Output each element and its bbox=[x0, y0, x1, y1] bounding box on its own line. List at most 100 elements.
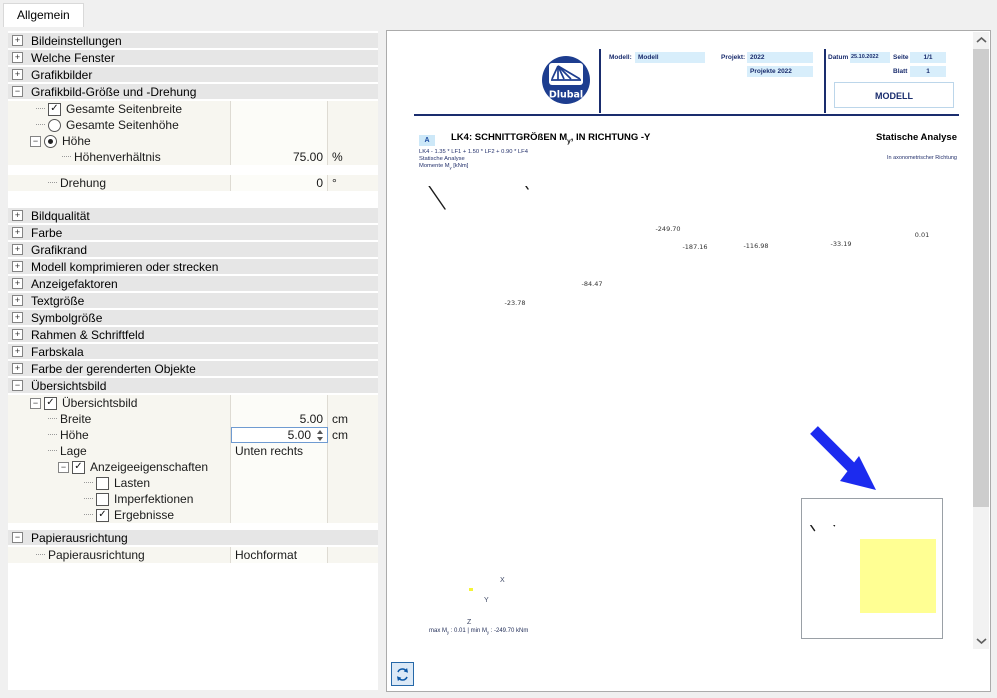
tab-allgemein[interactable]: Allgemein bbox=[3, 3, 84, 27]
annotation-arrow-icon bbox=[810, 426, 876, 490]
tree-group-grafikbild-groesse[interactable]: − Grafikbild-Größe und -Drehung bbox=[8, 84, 378, 99]
settings-tree: + Bildeinstellungen + Welche Fenster + G… bbox=[8, 31, 378, 690]
tree-connector bbox=[48, 418, 57, 420]
unit-cell bbox=[328, 117, 378, 133]
print-preview-panel: Dlubal Modell: Modell Projekt: 2022 Proj… bbox=[386, 30, 991, 692]
tree-row-papierausrichtung[interactable]: Papierausrichtung Hochformat bbox=[8, 547, 378, 563]
origin-dot bbox=[469, 588, 473, 591]
papierausrichtung-value[interactable]: Hochformat bbox=[231, 547, 328, 563]
collapse-icon[interactable]: − bbox=[12, 532, 23, 543]
refresh-preview-button[interactable] bbox=[391, 662, 414, 686]
unit-cell bbox=[328, 133, 378, 149]
spinner-arrows-icon[interactable] bbox=[314, 429, 325, 441]
checkbox-checked[interactable]: ✓ bbox=[44, 396, 57, 410]
analysis-line: Statische Analyse bbox=[419, 155, 465, 162]
tree-group-textgroesse[interactable]: + Textgröße bbox=[8, 293, 378, 308]
doc-title-box: MODELL bbox=[834, 82, 954, 108]
sheet-value-field: 1 bbox=[910, 66, 946, 77]
tree-item-label: Höhe bbox=[60, 428, 89, 442]
hoehenverhaeltnis-value[interactable]: 75.00 bbox=[231, 149, 328, 165]
checkbox-unchecked[interactable] bbox=[96, 476, 109, 490]
checkbox-unchecked[interactable] bbox=[96, 492, 109, 506]
section-subtitle: LK4 - 1.35 * LF1 + 1.50 * LF2 + 0.90 * L… bbox=[419, 149, 528, 172]
axis-z-label: Z bbox=[467, 619, 472, 626]
radio-checked[interactable] bbox=[44, 134, 57, 148]
tree-group-bildqualitaet[interactable]: + Bildqualität bbox=[8, 208, 378, 223]
model-value-field: Modell bbox=[635, 52, 705, 63]
tree-group-modell-komprimieren[interactable]: + Modell komprimieren oder strecken bbox=[8, 259, 378, 274]
hoehe-spinner-field[interactable]: 5.00 bbox=[231, 427, 328, 443]
tree-item-label: Drehung bbox=[60, 176, 107, 190]
unit-cell bbox=[328, 507, 378, 523]
tree-group-anzeigefaktoren[interactable]: + Anzeigefaktoren bbox=[8, 276, 378, 291]
expand-icon[interactable]: + bbox=[12, 278, 23, 289]
expand-icon[interactable]: + bbox=[12, 312, 23, 323]
tree-row-ergebnisse[interactable]: ✓ Ergebnisse bbox=[8, 507, 378, 523]
header-divider bbox=[824, 49, 826, 113]
value-cell bbox=[231, 507, 328, 523]
tree-group-farbskala[interactable]: + Farbskala bbox=[8, 344, 378, 359]
unit-cell bbox=[328, 475, 378, 491]
tree-connector bbox=[36, 108, 45, 110]
hoehe-value[interactable]: 5.00 bbox=[232, 427, 314, 443]
expand-icon[interactable]: + bbox=[12, 52, 23, 63]
analysis-title: Statische Analyse bbox=[876, 132, 957, 143]
expand-icon[interactable]: + bbox=[12, 363, 23, 374]
tree-group-farbe-gerenderte-objekte[interactable]: + Farbe der gerenderten Objekte bbox=[8, 361, 378, 376]
checkbox-checked[interactable]: ✓ bbox=[96, 508, 109, 522]
collapse-icon[interactable]: − bbox=[58, 461, 69, 473]
checkbox-checked[interactable]: ✓ bbox=[48, 102, 61, 116]
result-summary: max My : 0.01 | min My : -249.70 kNm bbox=[429, 628, 529, 636]
tree-row-imperfektionen[interactable]: Imperfektionen bbox=[8, 491, 378, 507]
collapse-icon[interactable]: − bbox=[30, 135, 41, 147]
tree-row-lage[interactable]: Lage Unten rechts bbox=[8, 443, 378, 459]
tree-row-drehung[interactable]: Drehung 0 ° bbox=[8, 175, 378, 191]
expand-icon[interactable]: + bbox=[12, 35, 23, 46]
expand-icon[interactable]: + bbox=[12, 244, 23, 255]
moment-value-label: -187.16 bbox=[682, 243, 707, 251]
expand-icon[interactable]: + bbox=[12, 346, 23, 357]
drehung-value[interactable]: 0 bbox=[231, 175, 328, 191]
tree-row-hoehenverhaeltnis[interactable]: Höhenverhältnis 75.00 % bbox=[8, 149, 378, 165]
expand-icon[interactable]: + bbox=[12, 261, 23, 272]
tree-group-papierausrichtung[interactable]: − Papierausrichtung bbox=[8, 530, 378, 545]
lage-value[interactable]: Unten rechts bbox=[231, 443, 328, 459]
tree-row-gesamte-seitenhoehe[interactable]: Gesamte Seitenhöhe bbox=[8, 117, 378, 133]
tree-group-bildeinstellungen[interactable]: + Bildeinstellungen bbox=[8, 33, 378, 48]
collapse-icon[interactable]: − bbox=[30, 397, 41, 409]
radio-unchecked[interactable] bbox=[48, 118, 61, 132]
tree-group-grafikrand[interactable]: + Grafikrand bbox=[8, 242, 378, 257]
tree-row-hoehe-option[interactable]: − Höhe bbox=[8, 133, 378, 149]
tree-row-hoehe[interactable]: Höhe 5.00 cm bbox=[8, 427, 378, 443]
moment-value-label: -84.47 bbox=[582, 280, 603, 288]
expand-icon[interactable]: + bbox=[12, 227, 23, 238]
expand-icon[interactable]: + bbox=[12, 210, 23, 221]
preview-scrollbar[interactable] bbox=[973, 32, 989, 649]
tree-group-symbolgroesse[interactable]: + Symbolgröße bbox=[8, 310, 378, 325]
print-settings-dialog: Allgemein + Bildeinstellungen + Welche F… bbox=[0, 0, 997, 698]
expand-icon[interactable]: + bbox=[12, 295, 23, 306]
tree-group-rahmen-schriftfeld[interactable]: + Rahmen & Schriftfeld bbox=[8, 327, 378, 342]
tree-group-welche-fenster[interactable]: + Welche Fenster bbox=[8, 50, 378, 65]
tree-row-gesamte-seitenbreite[interactable]: ✓ Gesamte Seitenbreite bbox=[8, 101, 378, 117]
tree-row-lasten[interactable]: Lasten bbox=[8, 475, 378, 491]
page-label: Seite bbox=[893, 54, 909, 61]
tree-row-breite[interactable]: Breite 5.00 cm bbox=[8, 411, 378, 427]
scrollbar-thumb[interactable] bbox=[973, 49, 989, 507]
checkbox-checked[interactable]: ✓ bbox=[72, 460, 85, 474]
expand-icon[interactable]: + bbox=[12, 329, 23, 340]
tree-item-label: Höhenverhältnis bbox=[74, 150, 161, 164]
breite-value[interactable]: 5.00 bbox=[231, 411, 328, 427]
chevron-up-icon bbox=[975, 37, 987, 43]
expand-icon[interactable]: + bbox=[12, 69, 23, 80]
collapse-icon[interactable]: − bbox=[12, 380, 23, 391]
collapse-icon[interactable]: − bbox=[12, 86, 23, 97]
tree-row-anzeigeeigenschaften[interactable]: − ✓ Anzeigeeigenschaften bbox=[8, 459, 378, 475]
scroll-up-button[interactable] bbox=[973, 32, 989, 48]
tree-group-farbe[interactable]: + Farbe bbox=[8, 225, 378, 240]
combo-line: LK4 - 1.35 * LF1 + 1.50 * LF2 + 0.90 * L… bbox=[419, 149, 528, 155]
tree-group-uebersichtsbild[interactable]: − Übersichtsbild bbox=[8, 378, 378, 393]
tree-group-grafikbilder[interactable]: + Grafikbilder bbox=[8, 67, 378, 82]
tree-row-uebersichtsbild-check[interactable]: − ✓ Übersichtsbild bbox=[8, 395, 378, 411]
scroll-down-button[interactable] bbox=[973, 633, 989, 649]
